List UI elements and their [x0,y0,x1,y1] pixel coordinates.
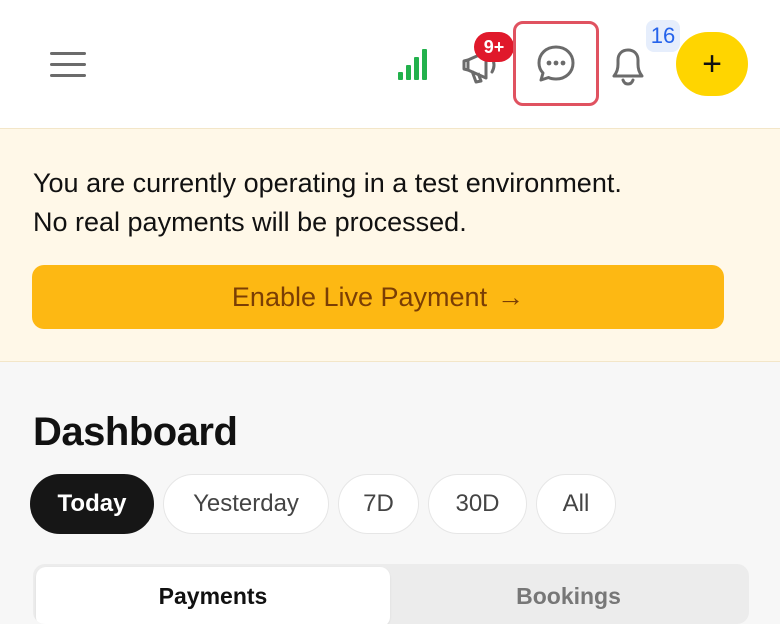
add-button[interactable]: + [676,32,748,96]
bell-icon[interactable] [606,42,650,88]
plus-icon: + [702,45,722,83]
filter-7d[interactable]: 7D [338,474,419,534]
arrow-right-icon: → [497,281,525,312]
chat-bubble-icon [537,45,575,81]
menu-bar [50,52,86,55]
banner-line-2: No real payments will be processed. [33,207,467,237]
announcement-count-badge: 9+ [474,32,514,62]
menu-button[interactable] [44,44,92,84]
page-title: Dashboard [33,410,238,454]
filter-yesterday[interactable]: Yesterday [163,474,329,534]
enable-live-payment-button[interactable]: Enable Live Payment → [32,265,724,329]
banner-line-1: You are currently operating in a test en… [33,168,622,198]
tab-payments[interactable]: Payments [36,567,390,624]
filter-all[interactable]: All [536,474,616,534]
date-filter-group: Today Yesterday 7D 30D All [30,474,616,534]
notification-count-badge: 16 [646,20,680,52]
filter-30d[interactable]: 30D [428,474,527,534]
menu-bar [50,63,86,66]
signal-bars-icon [398,49,427,80]
dashboard-tabs: Payments Bookings [33,564,749,624]
enable-live-payment-label: Enable Live Payment [231,281,488,312]
top-header: 9+ 16 + [0,0,780,128]
banner-message: You are currently operating in a test en… [33,164,733,242]
filter-today[interactable]: Today [30,474,154,534]
tab-bookings[interactable]: Bookings [391,567,746,624]
chat-button[interactable] [513,21,599,106]
menu-bar [50,74,86,77]
test-environment-banner: You are currently operating in a test en… [0,128,780,362]
